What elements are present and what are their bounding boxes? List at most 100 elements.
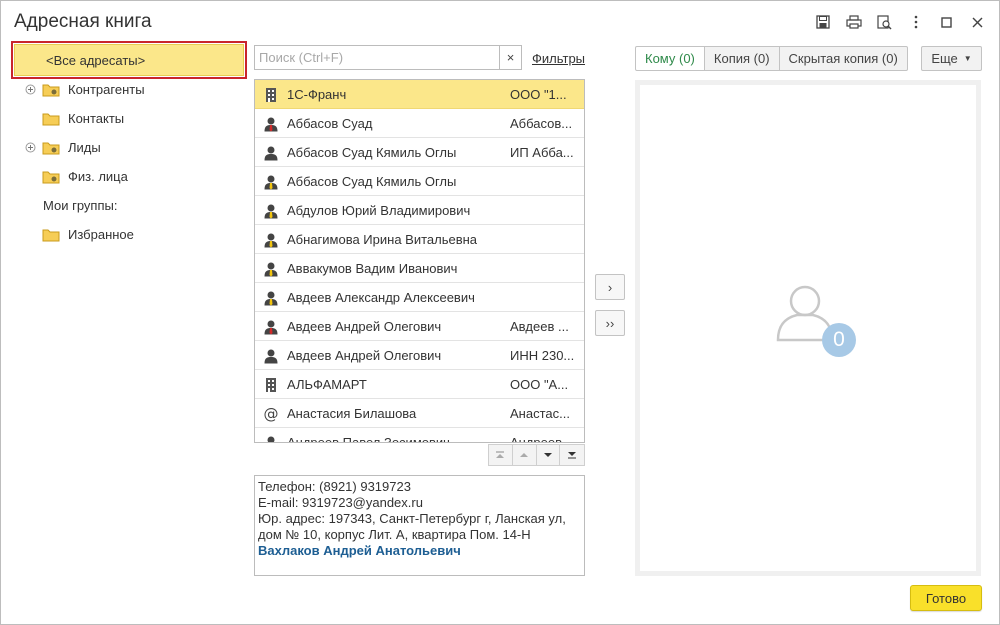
tree-item-label: Физ. лица [68,169,128,184]
contact-name: Анастасия Билашова [287,405,417,421]
contact-row[interactable]: Аббасов Суад Аббасов... [255,109,584,138]
contact-row[interactable]: Авдеев Андрей Олегович Авдеев ... [255,312,584,341]
contact-name: Абнагимова Ирина Витальевна [287,231,478,247]
building-icon [263,377,279,393]
preview-icon[interactable] [869,11,900,33]
window-controls [807,11,993,33]
expand-icon[interactable] [25,142,36,153]
contact-organization: ООО "А... [510,376,569,392]
contact-name: АЛЬФАМАРТ [287,376,367,392]
contact-details: Телефон: (8921) 9319723 E-mail: 9319723@… [254,475,585,576]
scroll-first-icon[interactable] [489,445,513,465]
contact-row[interactable]: Авдеев Андрей Олегович ИНН 230... [255,341,584,370]
print-icon[interactable] [838,11,869,33]
contact-name: Аббасов Суад Кямиль Оглы [287,173,457,189]
search-clear-button[interactable]: × [500,45,522,70]
add-all-button[interactable]: ›› [595,310,625,336]
contact-organization: ООО "1... [510,86,567,102]
recipients-area[interactable]: 0 [635,80,981,576]
contact-row[interactable]: Аббасов Суад Кямиль Оглы [255,167,584,196]
folder-icon [42,142,60,155]
tree-item-label: Контрагенты [68,82,145,97]
tab-cc[interactable]: Копия (0) [704,46,780,71]
tree-item-individuals[interactable]: Физ. лица [11,162,247,191]
details-address-1: Юр. адрес: 197343, Санкт-Петербург г, Ла… [258,511,566,526]
search-input[interactable]: Поиск (Ctrl+F) [254,45,500,70]
contact-row[interactable]: Аббасов Суад Кямиль Оглы ИП Абба... [255,138,584,167]
details-phone: Телефон: (8921) 9319723 [258,479,411,494]
building-icon [263,87,279,103]
person-yellow-tie-icon [263,174,279,190]
tab-bcc[interactable]: Скрытая копия (0) [779,46,908,71]
maximize-icon[interactable] [931,11,962,33]
filters-link[interactable]: Фильтры [532,51,585,66]
recipient-tabs: Кому (0) Копия (0) Скрытая копия (0) [635,46,908,71]
contact-name: Авдеев Андрей Олегович [287,318,442,334]
chevron-down-icon: ▼ [963,54,972,63]
tab-to[interactable]: Кому (0) [635,46,705,71]
more-vertical-icon[interactable] [900,11,931,33]
tree-item-leads[interactable]: Лиды [11,133,247,162]
scroll-last-icon[interactable] [560,445,584,465]
details-contact-link[interactable]: Вахлаков Андрей Анатольевич [258,543,581,559]
contact-organization: ИНН 230... [510,347,575,363]
person-icon [263,348,279,364]
contact-organization: Аббасов... [510,115,573,131]
contact-organization: Андреев... [510,434,573,443]
person-red-tie-icon [263,435,279,442]
more-button[interactable]: Еще ▼ [921,46,982,71]
tree-item-label: Избранное [68,227,134,242]
contact-name: Авдеев Андрей Олегович [287,347,442,363]
contact-row[interactable]: 1С-Франч ООО "1... [255,80,584,109]
at-icon: @ [263,405,279,423]
tree-item-counterparties[interactable]: Контрагенты [11,75,247,104]
my-groups-heading: Мои группы: [11,191,247,220]
contact-name: Аббасов Суад Кямиль Оглы [287,144,457,160]
tree-item-contacts[interactable]: Контакты [11,104,247,133]
person-yellow-tie-icon [263,232,279,248]
person-yellow-tie-icon [263,290,279,306]
scroll-up-icon[interactable] [512,445,537,465]
contacts-list[interactable]: 1С-Франч ООО "1... Аббасов Суад Аббасов... А… [254,79,585,443]
address-book-window: Адресная книга <Все адресаты> Контрагент… [0,0,1000,625]
details-email: E-mail: 9319723@yandex.ru [258,495,423,510]
search-placeholder: Поиск (Ctrl+F) [259,50,344,65]
contact-name: Андреев Павел Зосимович [287,434,450,443]
contact-name: Аббасов Суад [287,115,373,131]
save-icon[interactable] [807,11,838,33]
contact-row[interactable]: Андреев Павел Зосимович Андреев... [255,428,584,443]
my-groups-label: Мои группы: [43,198,118,213]
contact-row[interactable]: Абнагимова Ирина Витальевна [255,225,584,254]
tree-item-all-highlight: <Все адресаты> [11,41,247,79]
contact-organization: ИП Абба... [510,144,574,160]
close-icon[interactable] [962,11,993,33]
window-title: Адресная книга [14,11,152,32]
scroll-down-icon[interactable] [536,445,561,465]
contact-name: 1С-Франч [287,86,347,102]
add-selected-button[interactable]: › [595,274,625,300]
tree-item-label: Контакты [68,111,125,126]
done-button[interactable]: Готово [910,585,982,611]
contact-name: Аввакумов Вадим Иванович [287,260,458,276]
contact-name: Абдулов Юрий Владимирович [287,202,471,218]
contact-row[interactable]: Аввакумов Вадим Иванович [255,254,584,283]
folder-icon [42,113,60,126]
person-icon [263,145,279,161]
folder-icon [42,171,60,184]
tree-item-label: Лиды [68,140,101,155]
contact-row[interactable]: @ Анастасия Билашова Анастас... [255,399,584,428]
contact-row[interactable]: Авдеев Александр Алексеевич [255,283,584,312]
contact-row[interactable]: Абдулов Юрий Владимирович [255,196,584,225]
expand-icon[interactable] [25,84,36,95]
list-pager [488,444,585,466]
recipients-count-badge: 0 [822,323,856,357]
tree-item-all-label: <Все адресаты> [46,52,146,68]
more-button-label: Еще [931,51,958,66]
folder-icon [42,84,60,97]
person-yellow-tie-icon [263,261,279,277]
tree-item-favorites[interactable]: Избранное [11,220,247,249]
person-red-tie-icon [263,116,279,132]
contact-row[interactable]: АЛЬФАМАРТ ООО "А... [255,370,584,399]
tree-item-all[interactable]: <Все адресаты> [14,44,244,76]
contact-name: Авдеев Александр Алексеевич [287,289,475,305]
